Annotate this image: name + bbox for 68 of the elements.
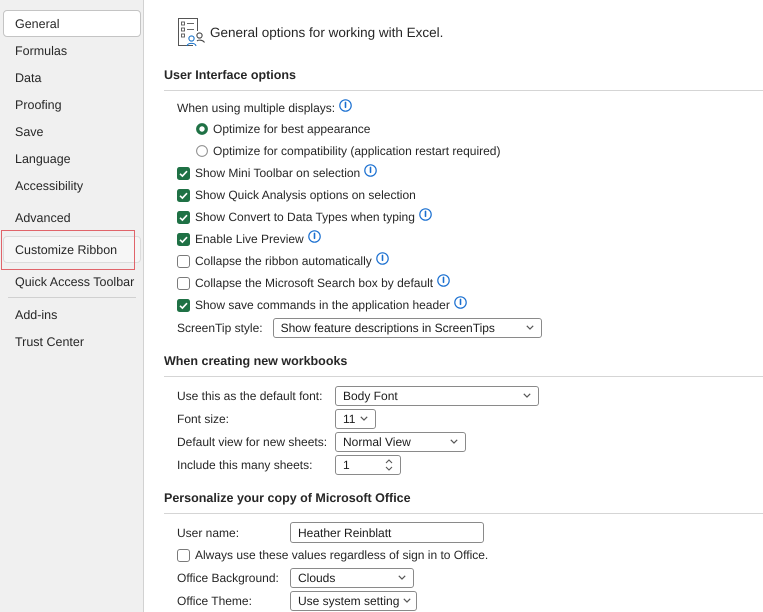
number-spinner[interactable]: 1 [335,454,401,474]
chevron-down-icon [450,439,458,444]
field-label: User name: [177,526,240,540]
sidebar-item[interactable]: Language [3,145,141,172]
field-label: Use this as the default font: [177,388,324,402]
page-title: General options for working with Excel. [210,24,444,40]
sidebar-item[interactable]: Formulas [3,37,141,64]
sidebar-item[interactable]: General [3,10,141,37]
checkbox[interactable] [177,210,190,224]
chevron-down-icon [523,393,531,398]
field-label: Office Background: [177,570,280,584]
chevron-down-icon [398,575,406,580]
sidebar-item[interactable]: Advanced [3,204,141,231]
checkbox[interactable] [177,232,190,246]
radio-label: Optimize for compatibility (application restart required) [213,144,500,158]
checkbox-label: Always use these values regardless of sign in to Office. [195,548,488,562]
sidebar-item[interactable]: Customize Ribbon [3,236,141,263]
field-label: Default view for new sheets: [177,434,328,448]
checkbox-label: Collapse the ribbon automatically [195,254,372,268]
chevron-down-icon [526,325,534,330]
section-heading: User Interface options [164,67,763,91]
info-icon[interactable] [437,274,450,286]
info-icon[interactable] [364,164,378,176]
info-icon[interactable] [339,98,352,112]
chevron-down-icon [403,598,412,603]
sidebar-item[interactable]: Proofing [3,91,141,118]
dropdown[interactable]: Use system setting [290,590,417,610]
radio-button[interactable] [196,145,208,157]
sidebar-item[interactable]: Quick Access Toolbar [3,268,141,295]
sidebar-item[interactable]: Add-ins [3,301,141,328]
checkbox[interactable] [177,254,190,268]
radio-button[interactable] [196,123,208,135]
spin-arrows-icon[interactable] [385,458,393,472]
info-icon[interactable] [454,296,467,308]
chevron-down-icon [360,416,368,421]
info-icon[interactable] [376,252,389,264]
checkbox[interactable] [177,298,190,312]
dropdown[interactable]: Show feature descriptions in ScreenTips [272,318,542,338]
checkbox[interactable] [177,276,190,290]
option-label: When using multiple displays: [177,101,336,115]
dropdown[interactable]: Normal View [335,432,466,452]
field-label: Font size: [177,412,230,426]
checkbox-label: Show save commands in the application header [195,298,450,312]
checkbox-label: Show Mini Toolbar on selection [195,166,360,180]
checkbox[interactable] [177,188,190,202]
checkbox-label: Enable Live Preview [195,232,304,246]
section-heading: When creating new workbooks [164,353,763,377]
radio-label: Optimize for best appearance [213,122,370,136]
dropdown[interactable]: Clouds [290,568,414,588]
info-icon[interactable] [418,208,432,220]
field-label: Include this many sheets: [177,458,314,472]
info-icon[interactable] [308,230,321,242]
dropdown[interactable]: Body Font [335,386,539,406]
checkbox[interactable] [177,166,190,180]
dropdown[interactable]: 11 [335,408,376,428]
sidebar-item[interactable]: Save [3,118,141,145]
section-heading: Personalize your copy of Microsoft Office [164,490,763,514]
field-label: Office Theme: [177,594,253,608]
text-field[interactable]: Heather Reinblatt [290,522,484,543]
sidebar-item[interactable]: Trust Center [3,328,141,355]
checkbox-label: Collapse the Microsoft Search box by default [195,276,434,290]
checkbox[interactable] [177,548,190,562]
sidebar-item[interactable]: Accessibility [3,172,141,199]
checkbox-label: Show Convert to Data Types when typing [195,210,415,224]
sidebar-item[interactable]: Data [3,64,141,91]
list-people-icon [177,17,207,47]
field-label: ScreenTip style: [177,320,263,334]
checkbox-label: Show Quick Analysis options on selection [195,188,416,202]
